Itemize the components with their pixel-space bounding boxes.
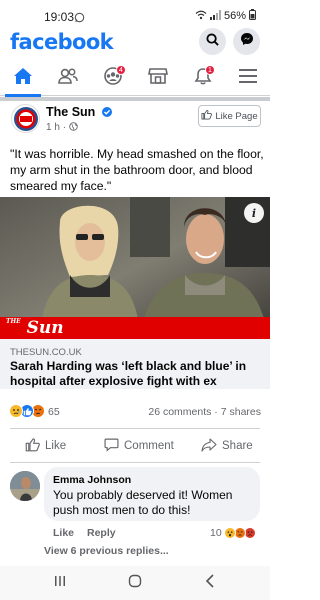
tab-home[interactable] — [0, 60, 45, 97]
image-brand-text: Sun — [26, 318, 64, 338]
back-chevron-icon — [205, 573, 215, 593]
status-bar: 19:03 56% — [0, 0, 270, 28]
page-name: The Sun — [46, 105, 96, 119]
post-time[interactable]: 1 h — [46, 122, 60, 133]
share-label: Share — [222, 440, 253, 452]
divider — [10, 462, 260, 463]
status-time: 19:03 — [44, 10, 75, 24]
share-button[interactable]: Share — [201, 433, 253, 459]
link-domain: THESUN.CO.UK — [10, 347, 82, 358]
comment-label: Comment — [124, 440, 174, 452]
messenger-icon — [240, 32, 254, 51]
image-brand-small: THE — [6, 318, 21, 325]
comment-button[interactable]: Comment — [104, 433, 174, 459]
whatsapp-notification-icon — [74, 10, 85, 28]
globe-icon — [69, 122, 78, 133]
notifications-badge: 1 — [205, 65, 215, 75]
tab-marketplace[interactable] — [135, 60, 180, 96]
status-indicators: 56% — [195, 9, 256, 23]
friends-icon — [57, 67, 78, 90]
like-page-label: Like Page — [215, 110, 258, 122]
thumbs-up-icon — [25, 437, 40, 455]
groups-badge: 4 — [116, 65, 126, 75]
android-nav-bar — [0, 566, 270, 600]
commenter-avatar[interactable] — [10, 471, 40, 501]
tab-notifications[interactable]: 1 — [180, 60, 225, 96]
home-circle-icon — [128, 574, 142, 593]
comment-text: You probably deserved it! Women push mos… — [53, 488, 233, 517]
search-icon — [206, 32, 219, 51]
post-caption: "It was horrible. My head smashed on the… — [10, 147, 264, 193]
battery-text: 56% — [223, 10, 246, 22]
comment-bubble: Emma Johnson You probably deserved it! W… — [44, 467, 260, 521]
search-button[interactable] — [199, 28, 226, 55]
comment-author[interactable]: Emma Johnson — [53, 474, 131, 486]
hamburger-menu-icon — [238, 68, 257, 89]
tab-groups[interactable]: 4 — [90, 60, 135, 96]
reactions-summary[interactable]: 65 26 comments · 7 shares — [0, 404, 270, 422]
home-icon — [13, 67, 33, 90]
home-nav-button[interactable] — [115, 573, 155, 593]
image-brand: THE Sun — [6, 318, 64, 338]
main-nav: 4 1 — [0, 60, 270, 97]
avatar-image — [10, 471, 40, 501]
info-icon: i — [251, 206, 257, 220]
battery-icon — [249, 9, 256, 23]
comments-shares-count[interactable]: 26 comments · 7 shares — [148, 406, 261, 418]
tab-menu[interactable] — [225, 60, 270, 96]
recent-apps-icon — [53, 574, 67, 592]
comment-actions: Like Reply 10 — [0, 527, 270, 541]
the-sun-logo-icon — [13, 106, 38, 131]
comment-like-button[interactable]: Like — [53, 527, 74, 539]
post-header: The Sun 1 h · Like Page — [0, 101, 270, 141]
back-button[interactable] — [190, 573, 230, 593]
signal-icon — [209, 9, 221, 23]
view-previous-replies[interactable]: View 6 previous replies... — [44, 545, 169, 557]
like-button[interactable]: Like — [25, 433, 66, 459]
divider — [10, 428, 260, 429]
link-title: Sarah Harding was ‘left black and blue’ … — [10, 359, 247, 388]
tab-friends[interactable] — [45, 60, 90, 96]
facebook-logo[interactable]: facebook — [10, 30, 114, 54]
verified-badge-icon — [101, 107, 112, 117]
like-page-button[interactable]: Like Page — [198, 105, 261, 127]
comment-reaction-count[interactable]: 10 — [210, 527, 222, 539]
share-icon — [201, 437, 217, 455]
comment-reply-button[interactable]: Reply — [87, 527, 116, 539]
page-avatar[interactable] — [11, 104, 40, 133]
sad-reaction-icon — [9, 404, 23, 418]
thumbs-up-icon — [201, 109, 213, 123]
comment-sad-reaction-icon — [224, 527, 236, 539]
marketplace-icon — [147, 67, 168, 90]
link-preview[interactable]: THESUN.CO.UK Sarah Harding was ‘left bla… — [0, 339, 270, 389]
wifi-icon — [195, 10, 207, 23]
comment-icon — [104, 437, 119, 455]
post-meta: 1 h · — [46, 122, 78, 133]
reaction-count: 65 — [48, 406, 60, 418]
messenger-button[interactable] — [233, 28, 260, 55]
info-button[interactable]: i — [244, 203, 264, 223]
like-label: Like — [45, 440, 67, 452]
recent-apps-button[interactable] — [40, 573, 80, 593]
page-name-link[interactable]: The Sun — [46, 105, 112, 119]
post-image[interactable]: THE Sun i — [0, 197, 270, 339]
top-bar: facebook — [0, 28, 270, 58]
